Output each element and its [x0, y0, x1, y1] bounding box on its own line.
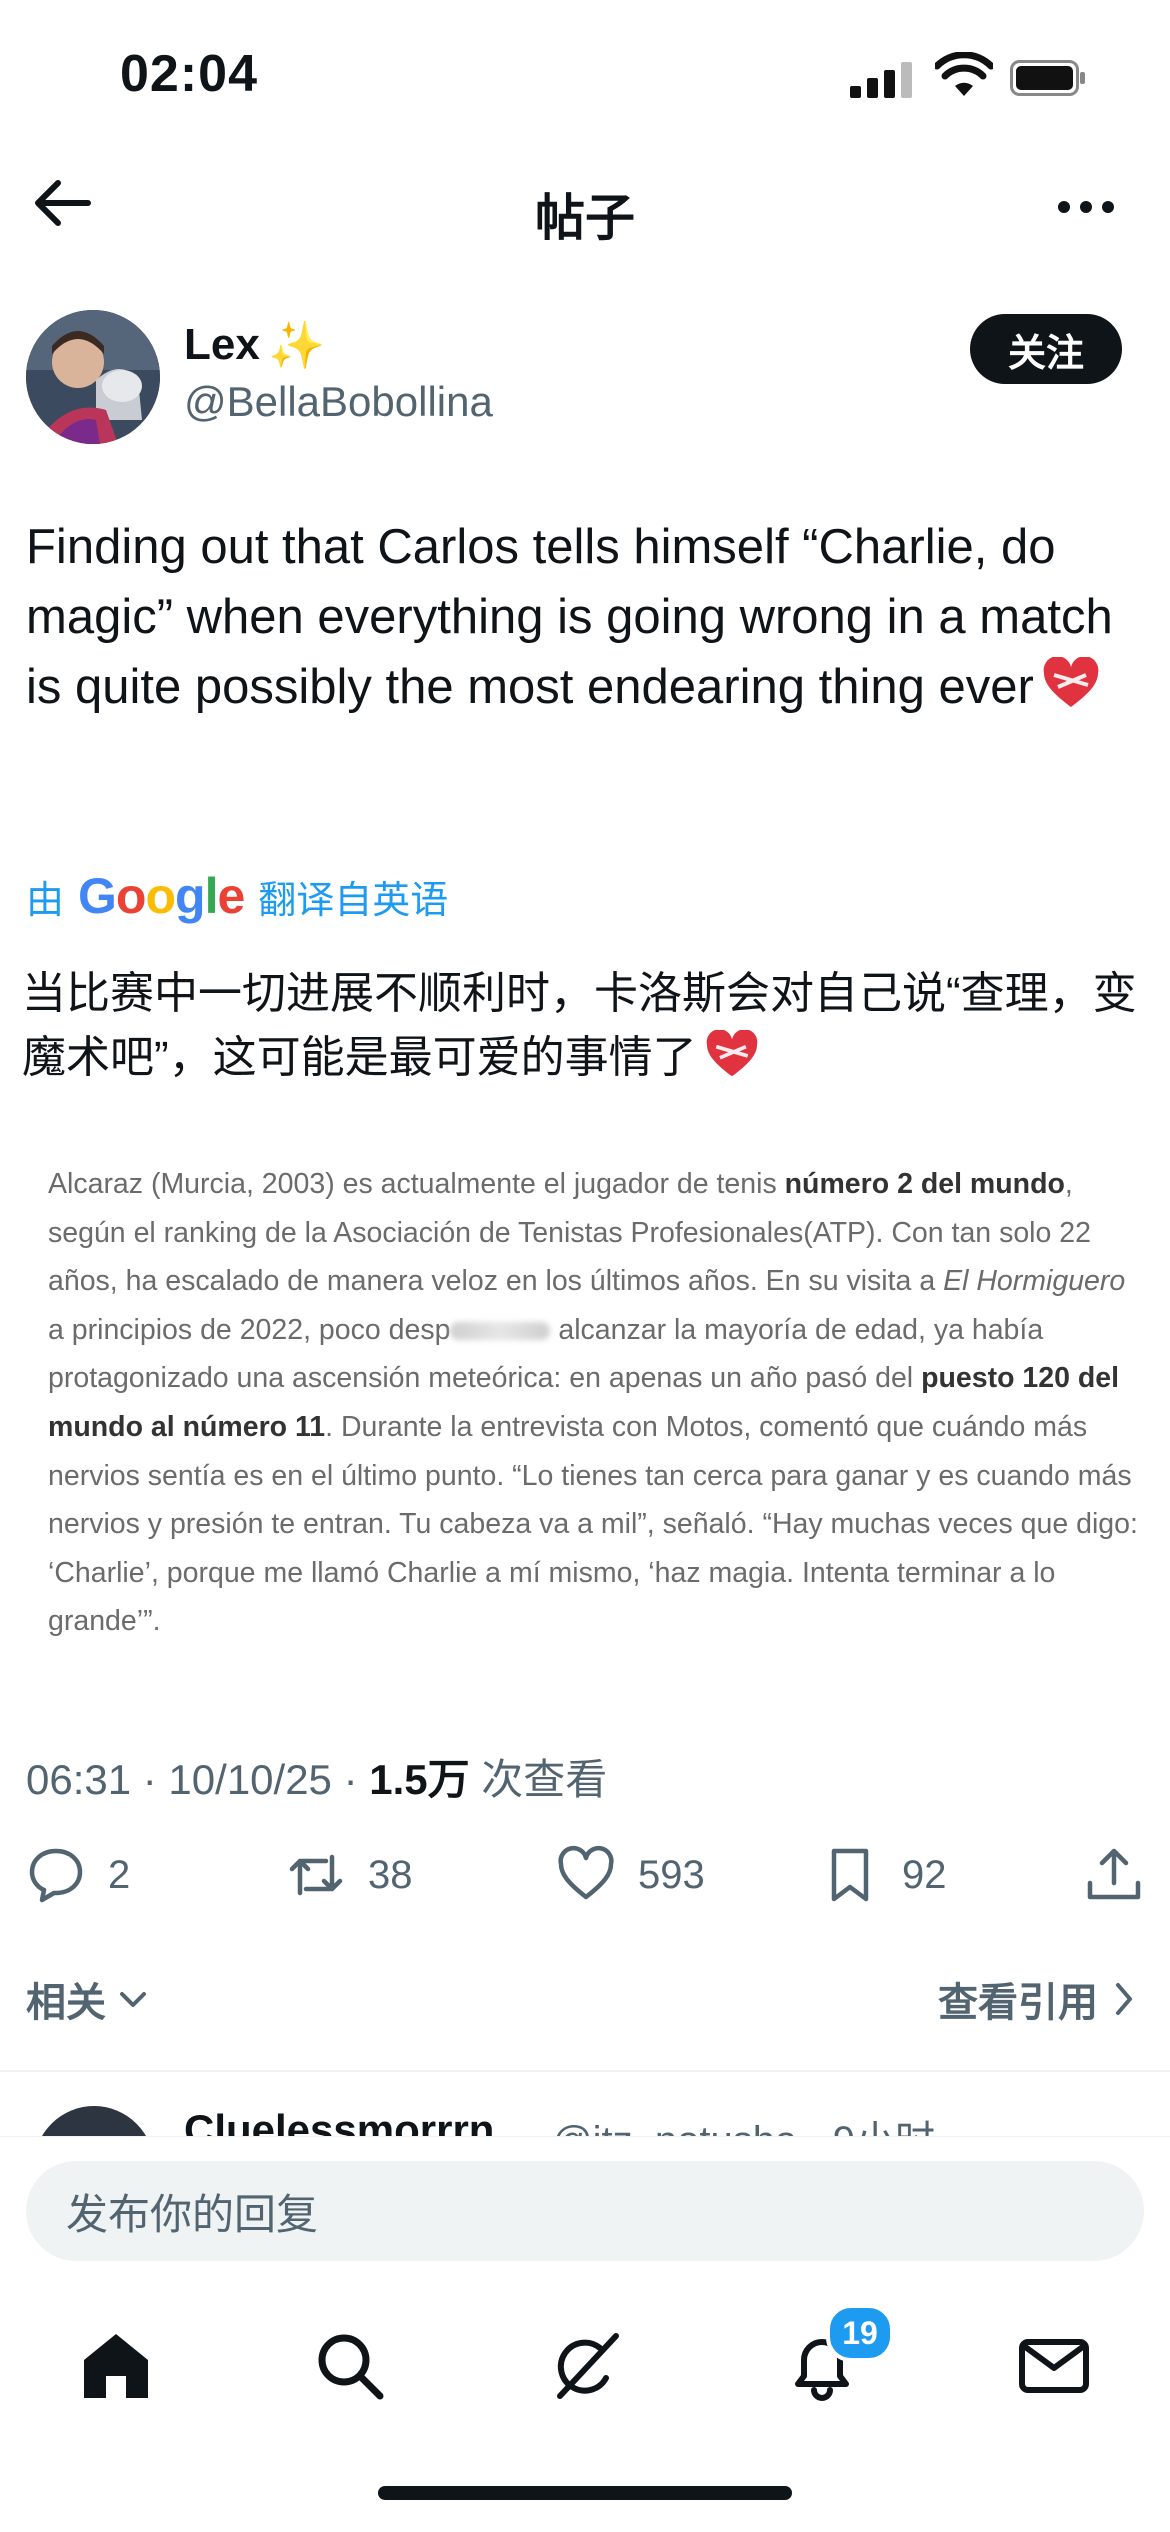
like-button[interactable]: 593	[556, 1840, 705, 1910]
google-logo: Google	[78, 868, 245, 924]
repost-icon	[289, 1854, 343, 1896]
status-time: 02:04	[120, 45, 258, 103]
page-title: 帖子	[535, 190, 635, 246]
share-button[interactable]	[1084, 1840, 1144, 1910]
mail-icon	[1019, 2339, 1089, 2393]
repost-button[interactable]: 38	[286, 1840, 413, 1910]
view-count: 1.5万	[369, 1756, 470, 1803]
article-text-part: Alcaraz (Murcia, 2003) es actualmente el…	[48, 1168, 785, 1200]
related-label: 相关	[26, 1981, 106, 2025]
chevron-down-icon	[120, 1992, 146, 2007]
article-image-text: Alcaraz (Murcia, 2003) es actualmente el…	[48, 1160, 1138, 1646]
wifi-icon	[935, 52, 993, 96]
avatar[interactable]	[26, 310, 160, 444]
tab-grok[interactable]	[546, 2326, 626, 2406]
cell-signal-icon	[850, 58, 914, 98]
translate-suffix: 翻译自英语	[258, 879, 449, 922]
notifications-badge: 19	[826, 2304, 894, 2362]
bookmark-button[interactable]: 92	[820, 1840, 947, 1910]
translate-prefix: 由	[26, 879, 65, 922]
post-text: Finding out that Carlos tells himself “C…	[26, 512, 1146, 722]
reply-meta: @itz_notusha · 9小时	[552, 2108, 935, 2136]
follow-button[interactable]: 关注	[970, 314, 1122, 384]
related-dropdown[interactable]: 相关	[26, 1970, 150, 2028]
tab-search[interactable]	[310, 2326, 390, 2406]
sparkle-icon: ✨	[268, 319, 326, 371]
translation-attribution[interactable]: 由 Google 翻译自英语	[26, 866, 448, 926]
more-icon[interactable]	[1055, 196, 1117, 218]
like-icon	[558, 1845, 614, 1900]
tab-home[interactable]	[76, 2326, 156, 2406]
post-image[interactable]: Alcaraz (Murcia, 2003) es actualmente el…	[26, 1110, 1146, 1670]
reply-item[interactable]: Cluelessmorrrn @itz_notusha · 9小时 • • •	[0, 2096, 1170, 2136]
author-handle[interactable]: @BellaBobollina	[184, 378, 493, 426]
share-icon	[1087, 1848, 1141, 1900]
reply-count: 2	[108, 1852, 131, 1897]
post-text-content: Finding out that Carlos tells himself “C…	[26, 520, 1113, 714]
grok-icon	[557, 2333, 619, 2399]
article-text-part: a principios de 2022, poco desp	[48, 1313, 451, 1346]
bookmark-count: 92	[902, 1852, 947, 1897]
reply-button[interactable]: 2	[26, 1840, 130, 1910]
translated-text-content: 当比赛中一切进展不顺利时，卡洛斯会对自己说“查理，变魔术吧”，这可能是最可爱的事…	[22, 969, 1137, 1082]
view-quotes-label: 查看引用	[938, 1981, 1098, 2025]
translated-text: 当比赛中一切进展不顺利时，卡洛斯会对自己说“查理，变魔术吧”，这可能是最可爱的事…	[22, 962, 1152, 1090]
heart-emoji-icon	[1043, 657, 1099, 707]
article-text-part: . Durante la entrevista con Motos, comen…	[48, 1410, 1138, 1638]
post-meta: 06:31 · 10/10/25 · 1.5万 次查看	[26, 1746, 607, 1807]
views-label: 次查看	[469, 1756, 608, 1803]
chevron-right-icon	[1116, 1983, 1132, 2015]
blurred-text	[450, 1322, 551, 1341]
search-icon	[318, 2334, 384, 2400]
battery-icon	[1010, 60, 1085, 96]
divider	[0, 2070, 1170, 2072]
more-icon[interactable]: • • •	[1094, 2126, 1142, 2136]
reply-author-name[interactable]: Cluelessmorrrn	[184, 2106, 494, 2136]
bookmark-icon	[831, 1848, 869, 1902]
reply-composer: 发布你的回复	[0, 2136, 1170, 2301]
post-timestamp: 06:31 · 10/10/25 ·	[26, 1756, 370, 1803]
reply-input[interactable]: 发布你的回复	[26, 2161, 1144, 2261]
author-name[interactable]: Lex	[184, 320, 260, 370]
like-count: 593	[638, 1852, 705, 1897]
avatar[interactable]	[34, 2106, 154, 2136]
home-icon	[84, 2334, 148, 2398]
view-quotes-link[interactable]: 查看引用	[938, 1970, 1136, 2028]
heart-emoji-icon	[706, 1030, 757, 1077]
article-italic-text: El Hormiguero	[943, 1265, 1126, 1298]
article-bold-text: número 2 del mundo	[784, 1168, 1065, 1200]
home-indicator	[378, 2486, 792, 2500]
tab-messages[interactable]	[1014, 2326, 1094, 2406]
repost-count: 38	[368, 1852, 413, 1897]
reply-icon	[29, 1848, 83, 1903]
